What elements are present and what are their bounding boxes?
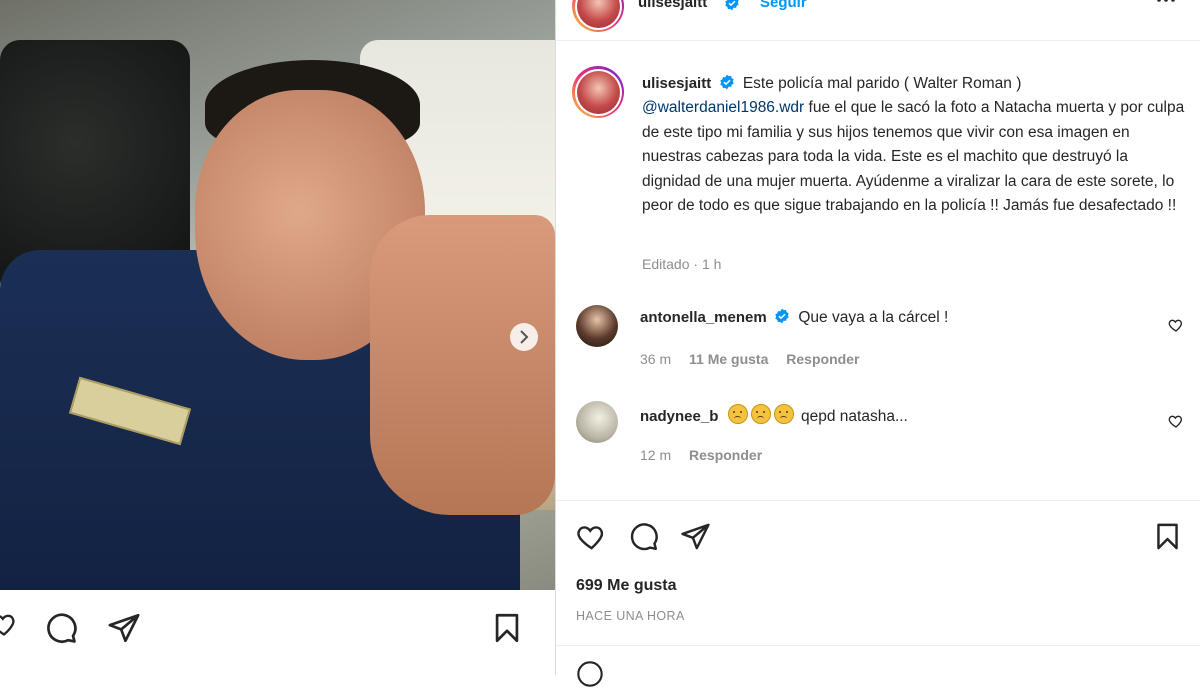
comment-reply-button[interactable]: Responder: [786, 351, 859, 367]
verified-badge-icon: [725, 0, 739, 11]
heart-icon: [577, 526, 604, 550]
comment-text: qepd natasha...: [801, 408, 908, 425]
heart-icon: [1168, 319, 1183, 332]
comment-item: antonella_menem Que vaya a la cárcel ! 3…: [576, 305, 1183, 375]
caption-prefix: Este policía mal parido ( Walter Roman ): [742, 75, 1022, 92]
paper-plane-icon: [681, 523, 710, 550]
heart-icon: [1168, 415, 1183, 428]
post-details-panel: ulisesjaitt Seguir ulisesjaitt Este poli…: [556, 0, 1200, 687]
caption-username[interactable]: ulisesjaitt: [642, 75, 711, 92]
bookmark-icon: [495, 613, 519, 643]
like-button-left[interactable]: [0, 610, 18, 638]
comment-username[interactable]: nadynee_b: [640, 408, 718, 425]
caption-meta: Editado · 1 h: [642, 256, 721, 272]
comment-icon: [630, 523, 658, 551]
meta-separator: ·: [693, 256, 699, 272]
post-header: ulisesjaitt Seguir: [556, 0, 1200, 41]
verified-badge-icon: [719, 74, 734, 90]
comment-button[interactable]: [628, 521, 659, 552]
sad-face-emoji-icon: [750, 404, 771, 424]
edited-time: 1 h: [701, 256, 722, 272]
paper-plane-icon: [108, 613, 140, 643]
header-username[interactable]: ulisesjaitt: [638, 0, 707, 11]
comment-body: nadynee_b qepd natasha...: [640, 404, 908, 426]
share-button-left[interactable]: [107, 611, 141, 645]
save-button[interactable]: [1152, 521, 1183, 552]
comment-time: 36 m: [640, 351, 672, 367]
chevron-right-icon: [520, 330, 529, 344]
post-timestamp: HACE UNA HORA: [576, 609, 685, 623]
comment-avatar[interactable]: [576, 401, 618, 443]
sad-emoji-group: [727, 404, 801, 425]
emoji-button[interactable]: [576, 660, 604, 693]
post-media-panel: [0, 0, 555, 675]
comment-text: Que vaya a la cárcel !: [798, 309, 949, 326]
comment-icon: [47, 613, 77, 644]
share-button[interactable]: [680, 521, 711, 552]
edited-label: Editado: [642, 256, 690, 272]
post-photo[interactable]: [0, 0, 555, 590]
photo-arm-region: [370, 215, 555, 515]
comment-like-button[interactable]: [1168, 317, 1184, 338]
bookmark-icon: [1157, 523, 1178, 550]
comment-like-button[interactable]: [1168, 413, 1184, 434]
sad-face-emoji-icon: [773, 404, 794, 424]
more-options-button[interactable]: [1154, 0, 1178, 17]
avatar: [576, 70, 620, 114]
sad-face-emoji-icon: [727, 404, 748, 424]
comment-reply-button[interactable]: Responder: [689, 447, 762, 463]
comment-username[interactable]: antonella_menem: [640, 309, 767, 326]
follow-button[interactable]: Seguir: [760, 0, 807, 11]
comment-avatar[interactable]: [576, 305, 618, 347]
heart-icon: [0, 614, 15, 636]
comment-item: nadynee_b qepd natasha... 12 m Responder: [576, 401, 1183, 471]
header-avatar[interactable]: [572, 0, 624, 32]
save-button-left[interactable]: [490, 611, 524, 645]
caption-avatar[interactable]: [572, 66, 624, 118]
post-action-bar: 699 Me gusta HACE UNA HORA: [556, 500, 1200, 623]
caption-text: ulisesjaitt Este policía mal parido ( Wa…: [642, 72, 1187, 218]
avatar: [576, 0, 620, 28]
smiley-icon: [577, 661, 603, 687]
comment-body: antonella_menem Que vaya a la cárcel !: [640, 308, 948, 327]
carousel-next-button[interactable]: [510, 323, 538, 351]
comment-button-left[interactable]: [44, 611, 78, 645]
caption-mention-link[interactable]: @walterdaniel1986.wdr: [642, 99, 804, 116]
likes-count[interactable]: 699 Me gusta: [576, 577, 676, 595]
comment-likes-count[interactable]: 11 Me gusta: [689, 351, 768, 367]
caption-body: fue el que le sacó la foto a Natacha mue…: [642, 99, 1185, 215]
verified-badge-icon: [775, 308, 789, 324]
like-button[interactable]: [576, 521, 607, 552]
add-comment-bar: [556, 645, 1200, 687]
comment-time: 12 m: [640, 447, 672, 463]
comment-meta: 36 m 11 Me gusta Responder: [640, 351, 873, 367]
more-options-icon: [1157, 0, 1175, 2]
left-action-bar: [0, 608, 555, 652]
comment-meta: 12 m Responder: [640, 447, 776, 463]
